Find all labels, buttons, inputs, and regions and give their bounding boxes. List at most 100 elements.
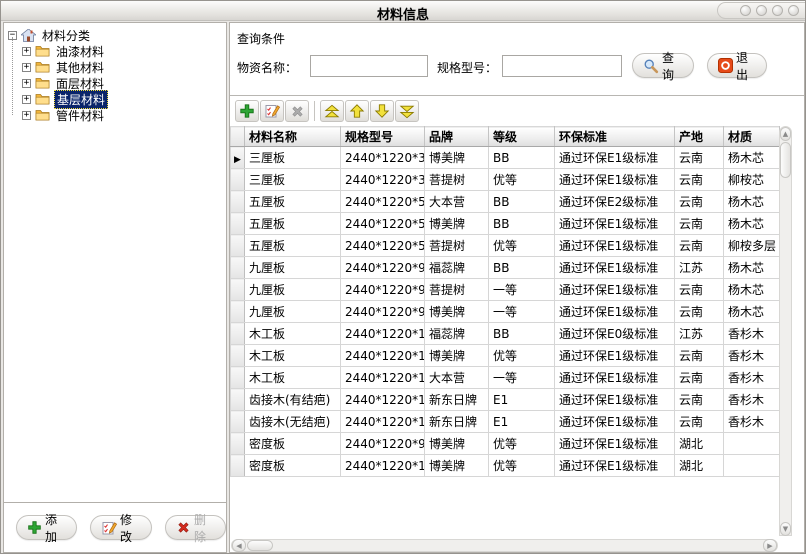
table-cell: 福蕊牌 <box>425 323 489 345</box>
tree-item[interactable]: +面层材料 <box>22 75 222 91</box>
add-button[interactable]: 添加 <box>16 515 77 540</box>
row-selector[interactable] <box>231 235 245 257</box>
row-selector[interactable] <box>231 169 245 191</box>
tree-item[interactable]: +管件材料 <box>22 107 222 123</box>
row-selector[interactable] <box>231 213 245 235</box>
search-button[interactable]: 查询 <box>632 53 694 78</box>
table-cell: 云南 <box>675 389 724 411</box>
table-row[interactable]: 齿接木(无结疤)2440*1220*18新东日牌E1通过环保E1级标准云南香杉木 <box>231 411 780 433</box>
row-selector[interactable] <box>231 345 245 367</box>
table-row[interactable]: 九厘板2440*1220*9福蕊牌BB通过环保E1级标准江苏杨木芯 <box>231 257 780 279</box>
expand-icon[interactable]: + <box>22 47 31 56</box>
row-selector[interactable] <box>231 301 245 323</box>
scroll-down-icon[interactable]: ▼ <box>780 522 791 536</box>
window-circle-button[interactable] <box>740 5 751 16</box>
table-cell: 云南 <box>675 279 724 301</box>
magnifier-icon <box>643 58 659 74</box>
row-selector[interactable]: ▶ <box>231 147 245 169</box>
scroll-right-icon[interactable]: ▶ <box>763 539 777 552</box>
add-record-button[interactable] <box>235 100 259 122</box>
row-selector[interactable] <box>231 389 245 411</box>
column-header[interactable]: 等级 <box>489 127 555 147</box>
row-selector[interactable] <box>231 367 245 389</box>
table-cell: 2440*1220*18 <box>341 411 425 433</box>
expand-icon[interactable]: + <box>22 79 31 88</box>
tree-item[interactable]: +基层材料 <box>22 91 222 107</box>
spec-model-input[interactable] <box>502 55 622 77</box>
column-header[interactable]: 规格型号 <box>341 127 425 147</box>
scroll-left-icon[interactable]: ◀ <box>232 539 246 552</box>
table-row[interactable]: 木工板2440*1220*15福蕊牌BB通过环保E0级标准江苏香杉木 <box>231 323 780 345</box>
table-row[interactable]: 五厘板2440*1220*5博美牌BB通过环保E1级标准云南杨木芯 <box>231 213 780 235</box>
table-row[interactable]: 五厘板2440*1220*5大本营BB通过环保E2级标准云南杨木芯 <box>231 191 780 213</box>
expand-icon[interactable]: + <box>22 63 31 72</box>
column-header[interactable]: 环保标准 <box>555 127 675 147</box>
table-cell: 2440*1220*3 <box>341 169 425 191</box>
table-cell: 一等 <box>489 279 555 301</box>
table-cell: 杨木芯 <box>724 213 780 235</box>
table-row[interactable]: 齿接木(有结疤)2440*1220*18新东日牌E1通过环保E1级标准云南香杉木 <box>231 389 780 411</box>
row-selector[interactable] <box>231 323 245 345</box>
table-cell: 2440*1220*9 <box>341 433 425 455</box>
table-cell: 香杉木 <box>724 345 780 367</box>
last-record-button[interactable] <box>395 100 419 122</box>
column-header[interactable]: 材料名称 <box>245 127 341 147</box>
column-header[interactable]: 产地 <box>675 127 724 147</box>
previous-record-button[interactable] <box>345 100 369 122</box>
table-row[interactable]: 密度板2440*1220*9博美牌优等通过环保E1级标准湖北 <box>231 433 780 455</box>
table-row[interactable]: 木工板2440*1220*15博美牌优等通过环保E1级标准云南香杉木 <box>231 345 780 367</box>
next-record-button[interactable] <box>370 100 394 122</box>
horizontal-scrollbar[interactable]: ◀ ▶ <box>231 539 778 552</box>
first-record-button[interactable] <box>320 100 344 122</box>
window-controls <box>717 2 805 19</box>
table-row[interactable]: 密度板2440*1220*12博美牌优等通过环保E1级标准湖北 <box>231 455 780 477</box>
scroll-up-icon[interactable]: ▲ <box>780 127 791 141</box>
horizontal-scroll-thumb[interactable] <box>247 540 273 551</box>
table-cell: 香杉木 <box>724 389 780 411</box>
table-cell: 2440*1220*18 <box>341 389 425 411</box>
window-circle-button[interactable] <box>772 5 783 16</box>
table-cell: 通过环保E1级标准 <box>555 147 675 169</box>
row-selector[interactable] <box>231 191 245 213</box>
spec-model-label: 规格型号： <box>437 59 497 76</box>
edit-record-button[interactable] <box>260 100 284 122</box>
delete-button[interactable]: 删除 <box>165 515 226 540</box>
column-header[interactable]: 品牌 <box>425 127 489 147</box>
folder-icon <box>35 77 50 89</box>
tree-item[interactable]: +油漆材料 <box>22 43 222 59</box>
edit-button[interactable]: 修改 <box>90 515 152 540</box>
row-selector[interactable] <box>231 257 245 279</box>
row-selector[interactable] <box>231 279 245 301</box>
expand-icon[interactable]: + <box>22 95 31 104</box>
window-circle-button[interactable] <box>756 5 767 16</box>
last-record-icon <box>399 104 415 119</box>
table-row[interactable]: 九厘板2440*1220*9博美牌一等通过环保E1级标准云南杨木芯 <box>231 301 780 323</box>
row-selector[interactable] <box>231 411 245 433</box>
row-selector[interactable] <box>231 433 245 455</box>
delete-record-button[interactable] <box>285 100 309 122</box>
vertical-scrollbar[interactable]: ▲ ▼ <box>779 126 792 536</box>
table-cell: 新东日牌 <box>425 411 489 433</box>
table-cell: 齿接木(无结疤) <box>245 411 341 433</box>
tree-item[interactable]: +其他材料 <box>22 59 222 75</box>
table-cell: 2440*1220*5 <box>341 235 425 257</box>
vertical-scroll-thumb[interactable] <box>780 142 791 178</box>
material-name-input[interactable] <box>310 55 428 77</box>
table-row[interactable]: 九厘板2440*1220*9菩提树一等通过环保E1级标准云南杨木芯 <box>231 279 780 301</box>
table-row[interactable]: 三厘板2440*1220*3菩提树优等通过环保E1级标准云南柳桉芯 <box>231 169 780 191</box>
table-cell: 博美牌 <box>425 345 489 367</box>
table-row[interactable]: 五厘板2440*1220*5菩提树优等通过环保E1级标准云南柳桉多层 <box>231 235 780 257</box>
table-cell: 九厘板 <box>245 301 341 323</box>
table-cell: 博美牌 <box>425 147 489 169</box>
tree-root[interactable]: − 材料分类 <box>8 27 222 43</box>
expand-icon[interactable]: + <box>22 111 31 120</box>
exit-button[interactable]: 退出 <box>707 53 767 78</box>
table-cell: 2440*1220*5 <box>341 213 425 235</box>
table-row[interactable]: 木工板2440*1220*15大本营一等通过环保E1级标准云南香杉木 <box>231 367 780 389</box>
previous-record-icon <box>349 103 365 119</box>
column-header[interactable]: 材质 <box>724 127 780 147</box>
window-circle-button[interactable] <box>788 5 799 16</box>
row-selector[interactable] <box>231 455 245 477</box>
table-cell: 密度板 <box>245 433 341 455</box>
table-row[interactable]: ▶三厘板2440*1220*3博美牌BB通过环保E1级标准云南杨木芯 <box>231 147 780 169</box>
